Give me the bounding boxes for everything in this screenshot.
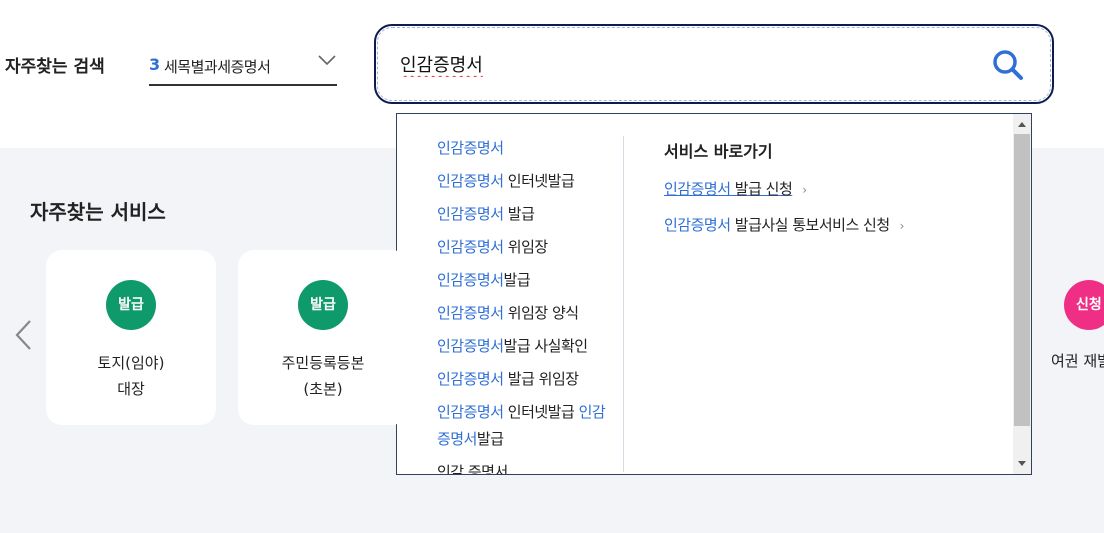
- rank-number: 3: [149, 55, 161, 74]
- service-label: 토지(임야) 대장: [97, 354, 165, 398]
- scroll-up-icon[interactable]: [1013, 116, 1031, 134]
- service-card[interactable]: 발급 토지(임야) 대장: [46, 250, 216, 425]
- suggestion-item[interactable]: 인감 증명서: [437, 459, 617, 474]
- shortcut-link[interactable]: 인감증명서 발급사실 통보서비스 신청 ›: [664, 214, 904, 235]
- scroll-thumb[interactable]: [1014, 134, 1030, 426]
- selected-keyword: 세목별과세증명서: [164, 58, 271, 76]
- suggestion-item[interactable]: 인감증명서 위임장: [437, 234, 617, 261]
- chevron-left-icon[interactable]: [12, 318, 36, 352]
- services-heading: 자주찾는 서비스: [30, 200, 166, 224]
- suggestion-item[interactable]: 인감증명서 인터넷발급: [437, 168, 617, 195]
- shortcut-link[interactable]: 인감증명서 발급 신청 ›: [664, 178, 807, 199]
- shortcut-title: 서비스 바로가기: [664, 142, 773, 161]
- magnifier-icon[interactable]: [990, 47, 1026, 83]
- suggestion-item[interactable]: 인감증명서발급: [437, 267, 617, 294]
- suggestion-item[interactable]: 인감증명서 발급: [437, 201, 617, 228]
- service-label[interactable]: 여권 재발: [1051, 350, 1104, 371]
- scroll-down-icon[interactable]: [1013, 454, 1031, 472]
- frequent-search-label: 자주찾는 검색: [5, 57, 105, 77]
- suggestion-item[interactable]: 인감증명서발급 사실확인: [437, 333, 617, 360]
- suggestion-item[interactable]: 인감증명서 위임장 양식: [437, 300, 617, 327]
- search-box[interactable]: [374, 24, 1054, 104]
- service-badge: 발급: [298, 280, 348, 330]
- chevron-down-icon[interactable]: [317, 53, 337, 67]
- frequent-search-select[interactable]: 3 세목별과세증명서: [149, 44, 337, 86]
- suggestion-item[interactable]: 인감증명서: [437, 135, 617, 162]
- suggestion-list: 인감증명서 인감증명서 인터넷발급 인감증명서 발급 인감증명서 위임장 인감증…: [397, 114, 623, 474]
- chevron-right-icon: ›: [802, 183, 807, 197]
- service-card[interactable]: 발급 주민등록등본 (초본): [238, 250, 408, 425]
- chevron-right-icon: ›: [899, 219, 905, 233]
- autocomplete-dropdown: 인감증명서 인감증명서 인터넷발급 인감증명서 발급 인감증명서 위임장 인감증…: [396, 113, 1032, 475]
- divider: [623, 136, 624, 472]
- service-badge: 발급: [106, 280, 156, 330]
- suggestion-item[interactable]: 인감증명서 인터넷발급 인감증명서발급: [437, 399, 617, 453]
- suggestion-item[interactable]: 인감증명서 발급 위임장: [437, 366, 617, 393]
- search-input[interactable]: [400, 49, 960, 79]
- service-label: 주민등록등본 (초본): [281, 354, 365, 398]
- scrollbar[interactable]: [1013, 114, 1031, 474]
